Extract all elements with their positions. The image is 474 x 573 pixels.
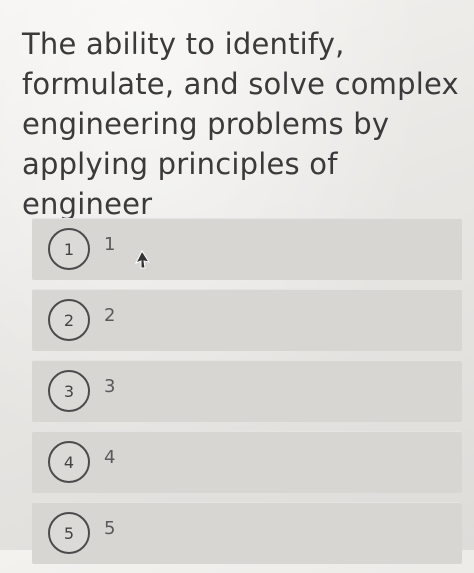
question-text: The ability to identify, formulate, and … [22,27,459,221]
rating-options: 1 1 2 2 3 3 4 4 5 5 [32,218,462,573]
option-number-badge: 5 [48,512,90,554]
option-label: 3 [104,376,116,397]
arrow-cursor-icon [134,250,151,269]
option-label: 1 [104,234,116,255]
option-label: 5 [104,518,116,539]
question-card: The ability to identify, formulate, and … [0,0,474,564]
option-3[interactable]: 3 3 [32,360,462,422]
option-number-badge: 2 [48,299,90,341]
option-number-badge: 4 [48,441,90,483]
option-5[interactable]: 5 5 [32,502,462,564]
option-label: 4 [104,447,116,468]
option-label: 2 [104,305,116,326]
option-number-badge: 3 [48,370,90,412]
option-1[interactable]: 1 1 [32,218,462,280]
option-4[interactable]: 4 4 [32,431,462,493]
option-2[interactable]: 2 2 [32,289,462,351]
option-number-badge: 1 [48,228,90,270]
